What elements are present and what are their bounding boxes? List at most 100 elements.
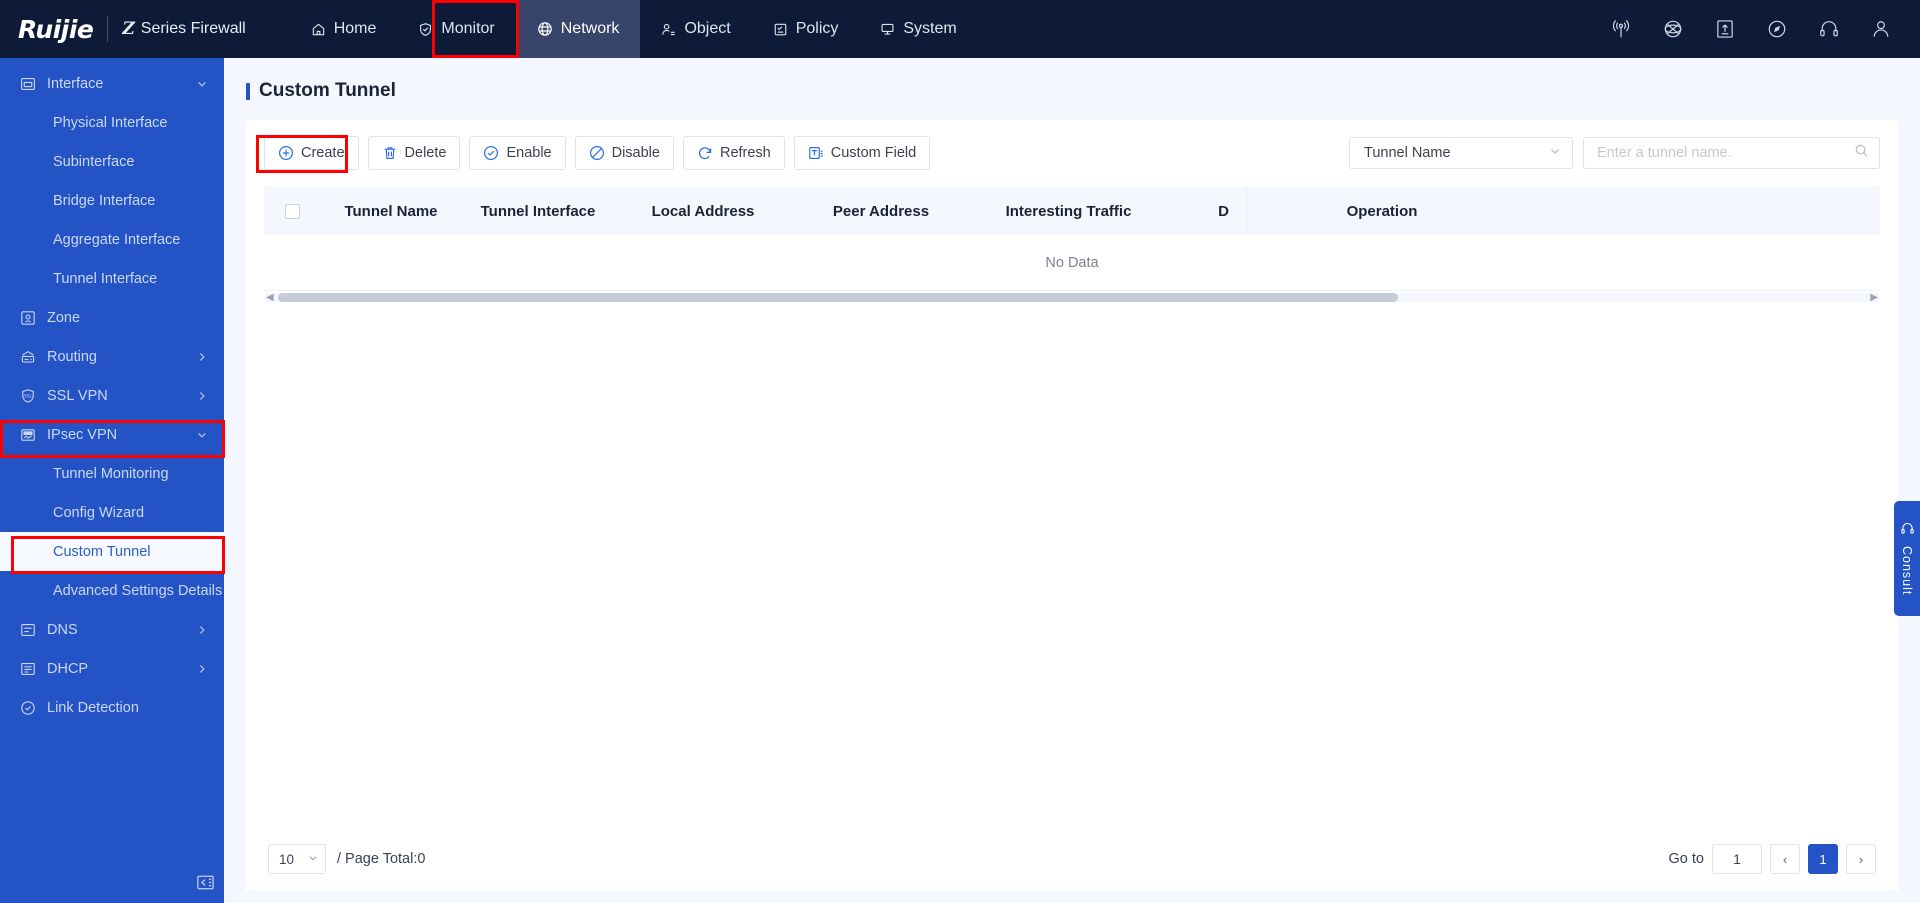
- sidebar-item-subinterface[interactable]: Subinterface: [0, 142, 224, 181]
- chevron-right-icon: [196, 390, 208, 402]
- sidebar-label-routing: Routing: [47, 348, 97, 365]
- page-size-select[interactable]: 10: [268, 844, 326, 874]
- prev-page-button[interactable]: ‹: [1770, 844, 1800, 874]
- sidebar-label-dns: DNS: [47, 621, 78, 638]
- page-title: Custom Tunnel: [259, 80, 396, 101]
- sidebar-item-ssl-vpn[interactable]: SSL SSL VPN: [0, 376, 224, 415]
- empty-state-text: No Data: [1045, 254, 1099, 271]
- table-header-row: Tunnel Name Tunnel Interface Local Addre…: [264, 187, 1880, 235]
- column-header-peer-address[interactable]: Peer Address: [792, 203, 970, 220]
- broadcast-icon[interactable]: [1608, 16, 1634, 42]
- sidebar-item-custom-tunnel[interactable]: Custom Tunnel: [0, 532, 224, 571]
- sidebar-item-physical-interface[interactable]: Physical Interface: [0, 103, 224, 142]
- create-button-label: Create: [301, 145, 345, 161]
- custom-field-button-label: Custom Field: [830, 145, 917, 161]
- zone-icon: [18, 308, 38, 328]
- sidebar-item-config-wizard[interactable]: Config Wizard: [0, 493, 224, 532]
- column-header-operation[interactable]: Operation: [1280, 203, 1484, 220]
- content-card: Create Delete Enable Disable Refresh Cus…: [246, 120, 1898, 827]
- collapse-sidebar-icon[interactable]: [194, 871, 216, 893]
- sidebar-label-ssl-vpn: SSL VPN: [47, 387, 108, 404]
- top-header: Ruijie Z Series Firewall Home Monitor Ne…: [0, 0, 1920, 58]
- sidebar-label-aggregate-interface: Aggregate Interface: [53, 231, 181, 248]
- sidebar-item-zone[interactable]: Zone: [0, 298, 224, 337]
- column-header-truncated[interactable]: D: [1167, 203, 1280, 220]
- policy-icon: [773, 22, 788, 37]
- consult-tab[interactable]: Consult: [1894, 501, 1920, 616]
- sidebar-label-custom-tunnel: Custom Tunnel: [53, 543, 151, 560]
- globe-grid-icon[interactable]: [1660, 16, 1686, 42]
- scrollbar-thumb[interactable]: [278, 293, 1398, 302]
- app-root: Ruijie Z Series Firewall Home Monitor Ne…: [0, 0, 1920, 903]
- scroll-right-icon[interactable]: ▶: [1870, 292, 1878, 303]
- compass-icon[interactable]: [1764, 16, 1790, 42]
- ruijie-logo: Ruijie: [18, 14, 94, 44]
- svg-text:SSL: SSL: [24, 393, 32, 398]
- nav-label-home: Home: [333, 20, 377, 37]
- refresh-button-label: Refresh: [719, 145, 771, 161]
- column-header-local-address[interactable]: Local Address: [614, 203, 792, 220]
- nav-item-home[interactable]: Home: [290, 0, 398, 58]
- pagination-controls: Go to ‹ 1 ›: [1669, 844, 1876, 874]
- sidebar-label-physical-interface: Physical Interface: [53, 114, 168, 131]
- page-button-1[interactable]: 1: [1808, 844, 1838, 874]
- column-header-interesting-traffic[interactable]: Interesting Traffic: [970, 203, 1167, 220]
- search-icon[interactable]: [1854, 143, 1869, 163]
- sidebar-label-config-wizard: Config Wizard: [53, 504, 145, 521]
- dhcp-icon: [18, 659, 38, 679]
- nav-label-policy: Policy: [795, 20, 839, 37]
- nav-label-network: Network: [560, 20, 620, 37]
- column-header-tunnel-interface[interactable]: Tunnel Interface: [462, 203, 614, 220]
- refresh-button[interactable]: Refresh: [682, 136, 785, 170]
- sidebar-item-aggregate-interface[interactable]: Aggregate Interface: [0, 220, 224, 259]
- product-label: Series Firewall: [140, 20, 246, 37]
- delete-button[interactable]: Delete: [367, 136, 461, 170]
- nav-item-system[interactable]: System: [859, 0, 977, 58]
- nav-item-monitor[interactable]: Monitor: [397, 0, 515, 58]
- select-all-cell: [264, 203, 320, 219]
- nav-item-object[interactable]: Object: [640, 0, 751, 58]
- headset-icon[interactable]: [1816, 16, 1842, 42]
- sidebar-item-interface[interactable]: Interface: [0, 64, 224, 103]
- headset-icon: [1900, 521, 1915, 541]
- filter-field-select[interactable]: Tunnel Name: [1349, 137, 1573, 169]
- ssl-vpn-icon: SSL: [18, 386, 38, 406]
- sidebar-item-dhcp[interactable]: DHCP: [0, 649, 224, 688]
- scroll-left-icon[interactable]: ◀: [266, 292, 274, 303]
- next-page-button[interactable]: ›: [1846, 844, 1876, 874]
- sidebar-item-bridge-interface[interactable]: Bridge Interface: [0, 181, 224, 220]
- create-button[interactable]: Create: [264, 136, 359, 170]
- sidebar-label-tunnel-monitoring: Tunnel Monitoring: [53, 465, 169, 482]
- nav-item-policy[interactable]: Policy: [752, 0, 860, 58]
- search-box[interactable]: [1583, 137, 1880, 169]
- sidebar-menu: Interface Physical Interface Subinterfac…: [0, 58, 224, 727]
- globe-icon: [537, 21, 553, 37]
- user-account-icon[interactable]: [1868, 16, 1894, 42]
- disable-button[interactable]: Disable: [574, 136, 674, 170]
- sidebar-label-zone: Zone: [47, 309, 81, 326]
- sidebar-item-dns[interactable]: DNS: [0, 610, 224, 649]
- refresh-icon: [697, 145, 713, 161]
- brand: Ruijie Z Series Firewall: [0, 15, 246, 44]
- chevron-right-icon: [196, 351, 208, 363]
- sidebar-item-advanced-settings-details[interactable]: Advanced Settings Details: [0, 571, 224, 610]
- dns-icon: [18, 620, 38, 640]
- goto-page-input[interactable]: [1712, 844, 1762, 874]
- sidebar-item-routing[interactable]: Routing: [0, 337, 224, 376]
- sidebar-item-tunnel-interface[interactable]: Tunnel Interface: [0, 259, 224, 298]
- page-header: Custom Tunnel: [224, 58, 1920, 120]
- brand-divider: [107, 16, 109, 42]
- nav-label-object: Object: [684, 20, 731, 37]
- column-header-tunnel-name[interactable]: Tunnel Name: [320, 203, 462, 220]
- sidebar-item-link-detection[interactable]: Link Detection: [0, 688, 224, 727]
- select-all-checkbox[interactable]: [284, 203, 300, 219]
- nav-item-network[interactable]: Network: [515, 0, 641, 58]
- upload-box-icon[interactable]: [1712, 16, 1738, 42]
- enable-button[interactable]: Enable: [469, 136, 566, 170]
- horizontal-scrollbar[interactable]: ◀ ▶: [264, 292, 1880, 303]
- sidebar-item-tunnel-monitoring[interactable]: Tunnel Monitoring: [0, 454, 224, 493]
- search-input[interactable]: [1597, 145, 1854, 161]
- custom-field-button[interactable]: Custom Field: [793, 136, 931, 170]
- plus-circle-icon: [278, 145, 294, 161]
- sidebar-item-ipsec-vpn[interactable]: IPsec VPN: [0, 415, 224, 454]
